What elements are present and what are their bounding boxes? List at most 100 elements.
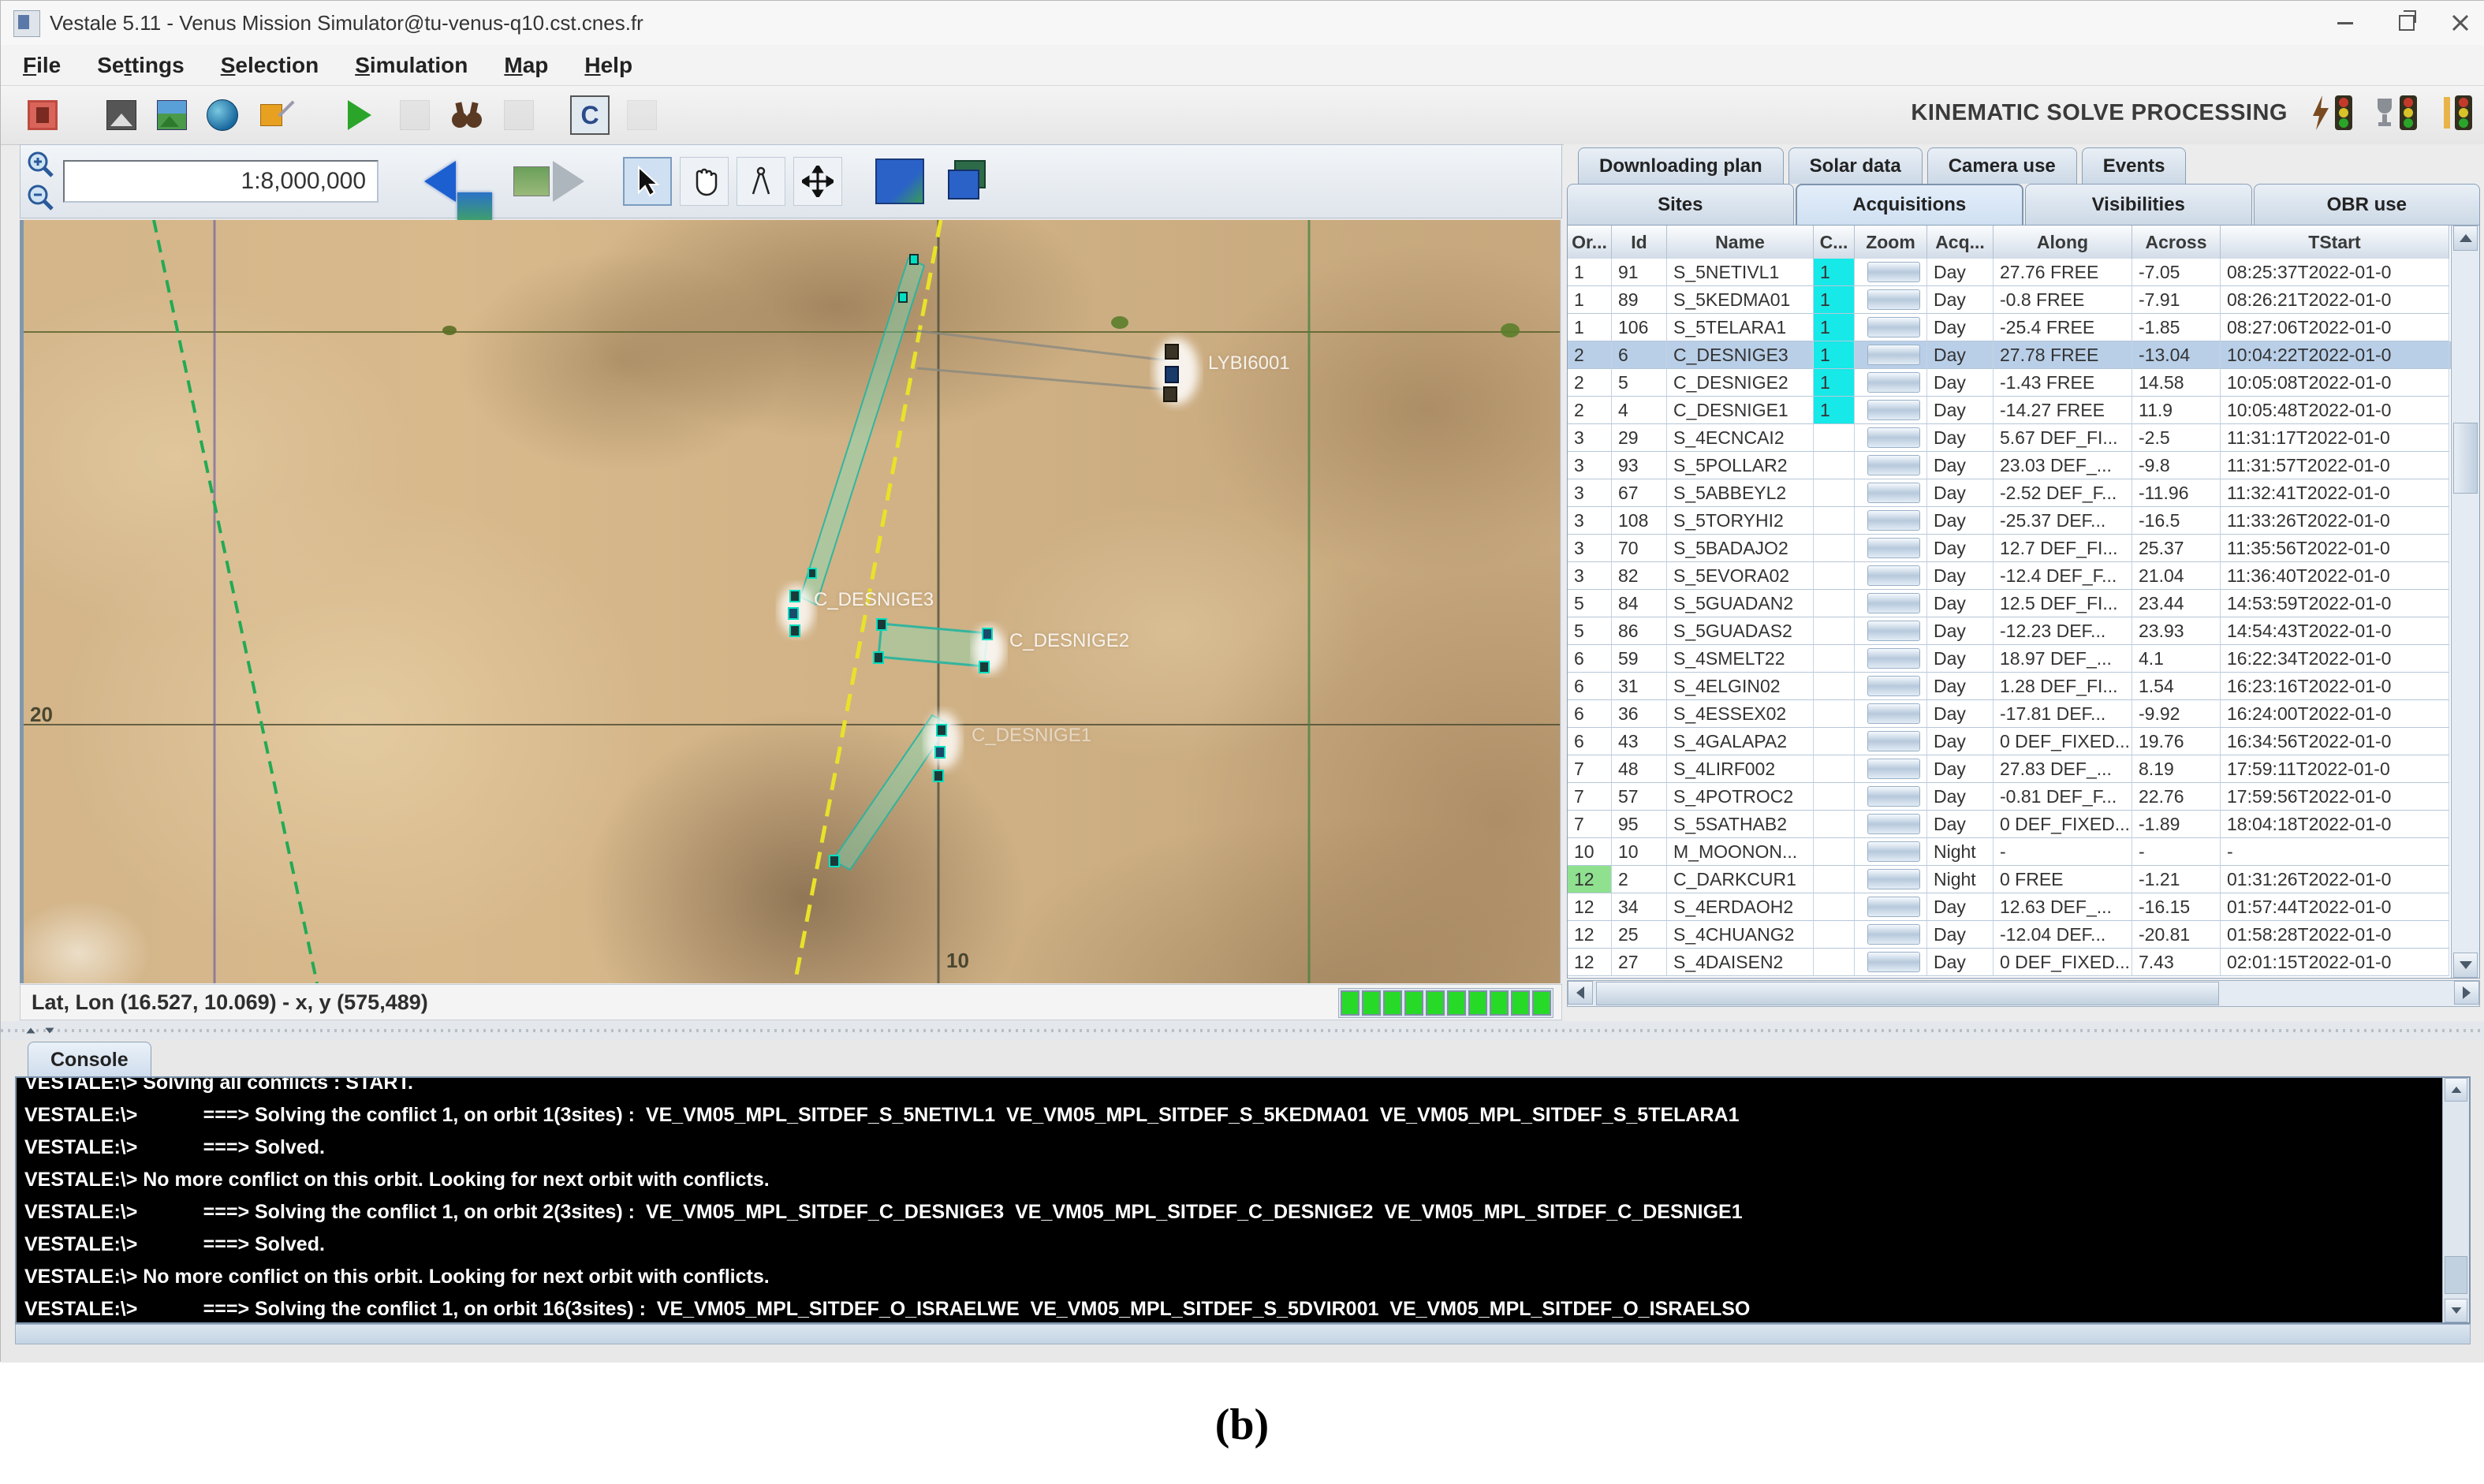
scroll-down-button[interactable]: [2453, 953, 2478, 978]
zoom-widget[interactable]: [1867, 372, 1920, 393]
tab-solar-data[interactable]: Solar data: [1788, 147, 1923, 184]
zoom-widget[interactable]: [1867, 759, 1920, 779]
zoom-slider[interactable]: [1855, 700, 1927, 728]
zoom-slider[interactable]: [1855, 617, 1927, 645]
zoom-widget[interactable]: [1867, 952, 1920, 972]
table-row-s5sathab2[interactable]: 7 95 S_5SATHAB2 Day 0 DEF_FIXED... -1.89 18:04…: [1568, 811, 2451, 838]
zoom-widget[interactable]: [1867, 786, 1920, 807]
column-header-across[interactable]: Across: [2132, 226, 2221, 259]
table-row-s5pollar2[interactable]: 3 93 S_5POLLAR2 Day 23.03 DEF_... -9.8 11:31:5…: [1568, 452, 2451, 479]
zoom-widget[interactable]: [1867, 510, 1920, 531]
zoom-widget[interactable]: [1867, 345, 1920, 365]
zoom-slider[interactable]: [1855, 314, 1927, 341]
table-row-s4potroc2[interactable]: 7 57 S_4POTROC2 Day -0.81 DEF_F... 22.76 17:59…: [1568, 783, 2451, 811]
tab-downloading-plan[interactable]: Downloading plan: [1578, 147, 1784, 184]
swath-desnige2[interactable]: [877, 622, 989, 668]
table-row-cdesnige1[interactable]: 2 4 C_DESNIGE1 1 Day -14.27 FREE 11.9 10:05:48T…: [1568, 397, 2451, 424]
image-view-button[interactable]: [152, 95, 192, 135]
tab-obr-use[interactable]: OBR use: [2253, 184, 2480, 225]
table-horizontal-scrollbar[interactable]: [1567, 980, 2480, 1007]
scroll-up-button[interactable]: [2445, 1078, 2467, 1102]
table-row-s4daisen2[interactable]: 12 27 S_4DAISEN2 Day 0 DEF_FIXED... 7.43 02:01…: [1568, 949, 2451, 976]
zoom-slider[interactable]: [1855, 424, 1927, 452]
zoom-in-button[interactable]: [25, 149, 57, 181]
scroll-right-button[interactable]: [2454, 981, 2479, 1005]
tab-acquisitions[interactable]: Acquisitions: [1795, 184, 2023, 225]
map-back-button[interactable]: [393, 156, 492, 221]
zoom-slider[interactable]: [1855, 728, 1927, 755]
zoom-widget[interactable]: [1867, 731, 1920, 751]
table-row-s4galapa2[interactable]: 6 43 S_4GALAPA2 Day 0 DEF_FIXED... 19.76 16:34…: [1568, 728, 2451, 755]
zoom-widget[interactable]: [1867, 924, 1920, 945]
scroll-left-button[interactable]: [1568, 981, 1593, 1005]
column-header-tstart[interactable]: TStart: [2221, 226, 2449, 259]
zoom-widget[interactable]: [1867, 427, 1920, 448]
column-header-along[interactable]: Along: [1994, 226, 2132, 259]
zoom-slider[interactable]: [1855, 755, 1927, 783]
console-output[interactable]: VESTALE:\> Solving all conflicts : START…: [15, 1076, 2471, 1324]
tab-console[interactable]: Console: [28, 1042, 151, 1077]
zoom-slider[interactable]: [1855, 452, 1927, 479]
zoom-slider[interactable]: [1855, 397, 1927, 424]
zoom-slider[interactable]: [1855, 838, 1927, 866]
column-header-name[interactable]: Name: [1667, 226, 1814, 259]
table-row-s4essex02[interactable]: 6 36 S_4ESSEX02 Day -17.81 DEF... -9.92 16:24:…: [1568, 700, 2451, 728]
column-header-or[interactable]: Or...: [1568, 226, 1612, 259]
scroll-thumb[interactable]: [2453, 423, 2478, 494]
menu-selection[interactable]: Selection: [221, 53, 319, 78]
zoom-widget[interactable]: [1867, 538, 1920, 558]
zoom-slider[interactable]: [1855, 783, 1927, 811]
scroll-thumb[interactable]: [2445, 1256, 2467, 1294]
zoom-widget[interactable]: [1867, 593, 1920, 613]
site-marker-lybi6001[interactable]: [1163, 344, 1179, 402]
layers-stack-button[interactable]: [942, 157, 994, 206]
table-row-cdesnige2[interactable]: 2 5 C_DESNIGE2 1 Day -1.43 FREE 14.58 10:05:08T…: [1568, 369, 2451, 397]
tab-visibilities[interactable]: Visibilities: [2025, 184, 2252, 225]
table-row-s4lirf002[interactable]: 7 48 S_4LIRF002 Day 27.83 DEF_... 8.19 17:59:1…: [1568, 755, 2451, 783]
column-header-c[interactable]: C...: [1814, 226, 1855, 259]
map-scale-input[interactable]: [63, 160, 379, 203]
table-row-mmoonon[interactable]: 10 10 M_MOONON... Night - - -: [1568, 838, 2451, 866]
table-row-s5abbeyl2[interactable]: 3 67 S_5ABBEYL2 Day -2.52 DEF_F... -11.96 11:3…: [1568, 479, 2451, 507]
zoom-widget[interactable]: [1867, 814, 1920, 834]
zoom-widget[interactable]: [1867, 483, 1920, 503]
edit-plan-button[interactable]: [252, 95, 295, 135]
menu-file[interactable]: File: [23, 53, 61, 78]
zoom-slider[interactable]: [1855, 286, 1927, 314]
table-row-cdesnige3[interactable]: 2 6 C_DESNIGE3 1 Day 27.78 FREE -13.04 10:04:22…: [1568, 341, 2451, 369]
zoom-widget[interactable]: [1867, 400, 1920, 420]
zoom-slider[interactable]: [1855, 479, 1927, 507]
table-row-s5telara1[interactable]: 1 106 S_5TELARA1 1 Day -25.4 FREE -1.85 08:27:0…: [1568, 314, 2451, 341]
close-button[interactable]: [2442, 9, 2478, 37]
tab-camera-use[interactable]: Camera use: [1926, 147, 2077, 184]
scroll-down-button[interactable]: [2445, 1299, 2467, 1322]
image-export-button[interactable]: [102, 95, 141, 135]
zoom-widget[interactable]: [1867, 565, 1920, 586]
console-horizontal-scrollbar[interactable]: [15, 1324, 2471, 1344]
map-forward-button[interactable]: [502, 156, 596, 207]
zoom-out-button[interactable]: [25, 182, 57, 214]
scroll-up-button[interactable]: [2453, 226, 2478, 251]
tab-sites[interactable]: Sites: [1567, 184, 1794, 225]
zoom-slider[interactable]: [1855, 535, 1927, 562]
move-tool-button[interactable]: [793, 157, 842, 206]
run-simulation-button[interactable]: [340, 95, 379, 135]
zoom-widget[interactable]: [1867, 262, 1920, 282]
zoom-widget[interactable]: [1867, 841, 1920, 862]
splitter-handle[interactable]: [24, 1023, 56, 1038]
zoom-slider[interactable]: [1855, 866, 1927, 893]
zoom-widget[interactable]: [1867, 897, 1920, 917]
zoom-widget[interactable]: [1867, 289, 1920, 310]
pan-tool-button[interactable]: [680, 157, 729, 206]
zoom-widget[interactable]: [1867, 676, 1920, 696]
zoom-slider[interactable]: [1855, 921, 1927, 949]
column-header-id[interactable]: Id: [1612, 226, 1667, 259]
zoom-slider[interactable]: [1855, 507, 1927, 535]
zoom-widget[interactable]: [1867, 621, 1920, 641]
column-header-acq[interactable]: Acq...: [1927, 226, 1994, 259]
abort-button[interactable]: [23, 95, 62, 135]
zoom-slider[interactable]: [1855, 893, 1927, 921]
zoom-widget[interactable]: [1867, 869, 1920, 889]
zoom-slider[interactable]: [1855, 673, 1927, 700]
map-canvas[interactable]: LYBI6001 C_DESNIGE3 C_DESNIGE2 C_DESNIGE1 20…: [20, 220, 1561, 983]
